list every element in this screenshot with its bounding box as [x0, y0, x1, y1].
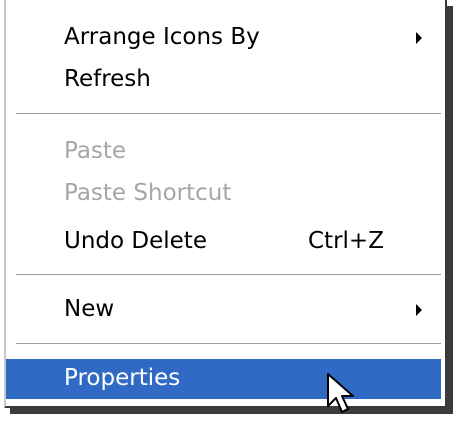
menu-item-new[interactable]: New — [6, 290, 441, 330]
menu-item-label: Properties — [64, 365, 181, 391]
menu-item-paste-shortcut: Paste Shortcut — [6, 174, 441, 214]
desktop-context-menu: Arrange Icons By Refresh Paste Paste Sho… — [4, 0, 447, 408]
menu-item-undo-delete[interactable]: Undo Delete Ctrl+Z — [6, 222, 441, 262]
menu-separator — [16, 343, 441, 345]
menu-item-label: Refresh — [64, 66, 151, 92]
menu-item-shortcut: Ctrl+Z — [308, 228, 384, 254]
menu-item-label: Paste — [64, 138, 127, 164]
menu-item-label: New — [64, 296, 115, 322]
menu-item-label: Arrange Icons By — [64, 24, 260, 50]
menu-item-refresh[interactable]: Refresh — [6, 60, 441, 100]
desktop-background: Arrange Icons By Refresh Paste Paste Sho… — [0, 0, 460, 433]
menu-item-arrange-icons-by[interactable]: Arrange Icons By — [6, 18, 441, 58]
menu-separator — [16, 274, 441, 276]
submenu-arrow-icon — [416, 304, 422, 316]
menu-separator — [16, 113, 441, 115]
menu-item-label: Undo Delete — [64, 228, 207, 254]
menu-item-paste: Paste — [6, 132, 441, 172]
menu-item-properties[interactable]: Properties — [6, 359, 441, 399]
menu-item-label: Paste Shortcut — [64, 180, 232, 206]
arrow-pointer-icon — [327, 373, 354, 413]
submenu-arrow-icon — [416, 32, 422, 44]
